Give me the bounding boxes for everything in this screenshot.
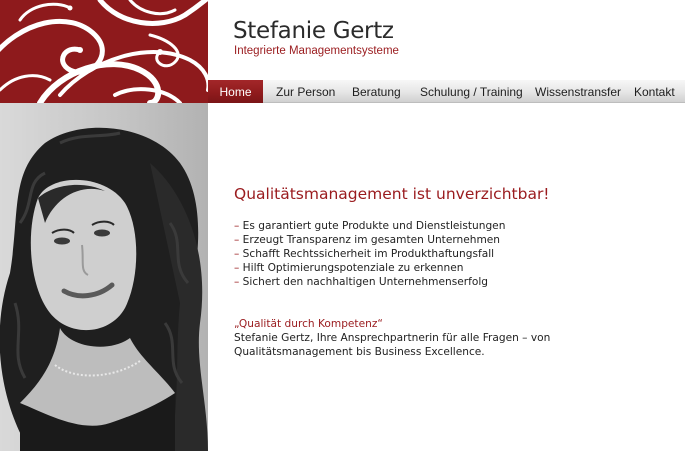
nav-label-zur-person: Zur Person xyxy=(276,85,336,99)
nav-item-wissenstransfer[interactable]: Wissenstransfer xyxy=(535,80,621,103)
nav-label-wissenstransfer: Wissenstransfer xyxy=(535,85,622,99)
bullet-text: Sichert den nachhaltigen Unternehmenserf… xyxy=(242,276,488,288)
bullet-text: Schafft Rechtssicherheit im Produkthaftu… xyxy=(242,248,495,260)
nav-item-zur-person[interactable]: Zur Person xyxy=(276,80,335,103)
quote-body-line: Stefanie Gertz, Ihre Ansprechpartnerin f… xyxy=(234,332,551,344)
quote-body: Stefanie Gertz, Ihre Ansprechpartnerin f… xyxy=(234,331,674,359)
nav-label-kontakt: Kontakt xyxy=(634,85,675,99)
nav-item-beratung[interactable]: Beratung xyxy=(352,80,401,103)
list-item: – Sichert den nachhaltigen Unternehmense… xyxy=(234,275,505,289)
quote-body-line: Qualitätsmanagement bis Business Excelle… xyxy=(234,346,485,358)
header-ornament xyxy=(0,0,208,103)
list-item: – Schafft Rechtssicherheit im Produkthaf… xyxy=(234,247,505,261)
site-title: Stefanie Gertz xyxy=(233,18,394,44)
bullet-text: Hilft Optimierungspotenziale zu erkennen xyxy=(242,262,464,274)
bullet-dash: – xyxy=(234,234,240,246)
bullet-text: Es garantiert gute Produkte und Dienstle… xyxy=(242,220,506,232)
list-item: – Es garantiert gute Produkte und Dienst… xyxy=(234,219,505,233)
nav-item-kontakt[interactable]: Kontakt xyxy=(634,80,675,103)
headline: Qualitätsmanagement ist unverzichtbar! xyxy=(234,185,550,203)
benefits-list: – Es garantiert gute Produkte und Dienst… xyxy=(234,219,505,289)
site-subtitle: Integrierte Managementsysteme xyxy=(234,45,399,57)
bullet-text: Erzeugt Transparenz im gesamten Unterneh… xyxy=(242,234,501,246)
bullet-dash: – xyxy=(234,262,240,274)
bullet-dash: – xyxy=(234,248,240,260)
nav-label-schulung-training: Schulung / Training xyxy=(420,85,523,99)
swirl-ornament-icon xyxy=(0,0,208,103)
bullet-dash: – xyxy=(234,220,240,232)
nav-item-schulung-training[interactable]: Schulung / Training xyxy=(420,80,523,103)
portrait-photo xyxy=(0,103,208,451)
quote-title: „Qualität durch Kompetenz“ xyxy=(234,318,383,330)
bullet-dash: – xyxy=(234,276,240,288)
nav-label-beratung: Beratung xyxy=(352,85,401,99)
nav-label-home: Home xyxy=(219,85,252,99)
main-nav: Home Zur Person Beratung Schulung / Trai… xyxy=(208,80,685,103)
list-item: – Erzeugt Transparenz im gesamten Untern… xyxy=(234,233,505,247)
portrait-illustration xyxy=(0,127,208,451)
nav-item-home[interactable]: Home xyxy=(208,80,263,103)
list-item: – Hilft Optimierungspotenziale zu erkenn… xyxy=(234,261,505,275)
